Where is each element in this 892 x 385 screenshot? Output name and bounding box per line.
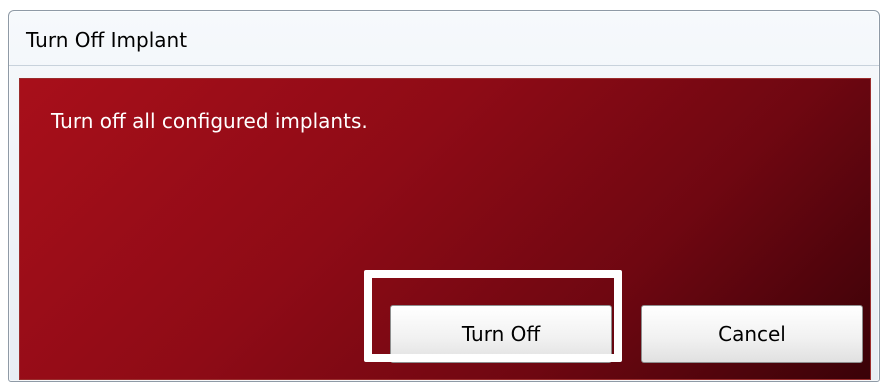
dialog-title: Turn Off Implant xyxy=(26,28,188,52)
cancel-button[interactable]: Cancel xyxy=(641,305,863,363)
dialog-message: Turn off all configured implants. xyxy=(51,109,368,133)
cancel-button-label: Cancel xyxy=(718,322,786,346)
turn-off-button[interactable]: Turn Off xyxy=(390,305,612,363)
turn-off-button-label: Turn Off xyxy=(461,322,541,346)
title-bar[interactable]: Turn Off Implant xyxy=(9,11,879,66)
dialog-window: Turn Off Implant Turn off all configured… xyxy=(8,10,880,382)
dialog-content-panel: Turn off all configured implants. Turn O… xyxy=(19,78,871,380)
